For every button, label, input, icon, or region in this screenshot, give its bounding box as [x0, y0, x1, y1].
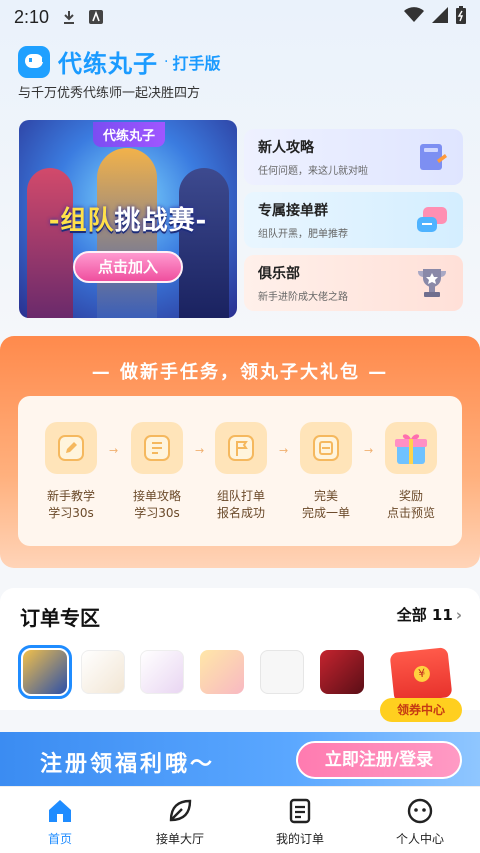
card-club[interactable]: 俱乐部 新手进阶成大佬之路 [244, 255, 463, 311]
wifi-icon [404, 6, 424, 28]
game-icon-3[interactable] [140, 650, 184, 694]
status-time: 2:10 [14, 6, 50, 27]
newbie-task-panel: — 做新手任务，领丸子大礼包 — 新手教学 学习30s → 接单攻略 学习30s… [0, 336, 480, 568]
slogan: 与千万优秀代练师一起决胜四方 [18, 86, 201, 101]
card-newbie-guide[interactable]: 新人攻略 任何问题，来这儿就对啦 [244, 129, 463, 185]
step-sublabel: 学习30s [134, 506, 180, 520]
nav-item-profile[interactable]: 个人中心 [360, 787, 480, 853]
register-banner: 注册领福利哦～ 立即注册/登录 [0, 732, 480, 786]
step-sublabel: 学习30s [48, 506, 94, 520]
app-logo-icon [18, 45, 50, 78]
view-all-orders-link[interactable]: 全部 11 › [397, 604, 462, 625]
nav-label: 接单大厅 [155, 832, 204, 846]
register-promo-text: 注册领福利哦～ [40, 752, 216, 777]
coupon-center-button[interactable]: 领券中心 [380, 647, 462, 722]
trophy-icon [418, 269, 446, 297]
banner-title-highlight: -组队 [48, 206, 115, 236]
home-icon [49, 800, 71, 822]
nav-item-home[interactable]: 首页 [0, 787, 120, 853]
nav-item-order-hall[interactable]: 接单大厅 [120, 787, 240, 853]
game-icon-5[interactable] [260, 650, 304, 694]
banner-title-rest: 挑战赛- [114, 206, 208, 236]
game-icon-2[interactable] [81, 650, 125, 694]
signal-icon [432, 6, 448, 28]
nav-label: 首页 [47, 832, 72, 846]
leaf-icon [169, 799, 192, 822]
task-step-reward[interactable]: 奖励 点击预览 [369, 422, 453, 522]
step-label: 新手教学 [46, 489, 95, 503]
flag-icon [215, 422, 267, 474]
download-icon [61, 9, 77, 25]
step-label: 奖励 [398, 489, 423, 503]
nav-label: 个人中心 [395, 832, 444, 846]
all-orders-label: 全部 11 [396, 606, 453, 624]
document-icon [131, 422, 183, 474]
pencil-icon [45, 422, 97, 474]
game-icon-1[interactable] [18, 645, 72, 699]
join-button[interactable]: 点击加入 [73, 251, 183, 283]
task-step-team-order[interactable]: 组队打单 报名成功 [199, 422, 283, 522]
task-step-complete[interactable]: 完美 完成一单 [284, 422, 368, 522]
nav-item-my-orders[interactable]: 我的订单 [240, 787, 360, 853]
red-envelope-icon [389, 647, 453, 703]
step-sublabel: 完成一单 [301, 506, 350, 520]
order-zone-title: 订单专区 [20, 606, 100, 630]
book-icon [420, 144, 447, 170]
step-label: 组队打单 [216, 489, 265, 503]
task-step-tutorial[interactable]: 新手教学 学习30s [29, 422, 113, 522]
task-step-order-guide[interactable]: 接单攻略 学习30s [115, 422, 199, 522]
game-icon-4[interactable] [200, 650, 244, 694]
step-sublabel: 点击预览 [386, 506, 435, 520]
team-challenge-banner[interactable]: 代练丸子 -组队挑战赛- 点击加入 [19, 120, 237, 318]
order-list-icon [289, 798, 311, 824]
card-order-group[interactable]: 专属接单群 组队开黑，肥单推荐 [244, 192, 463, 248]
hero-figure-right [179, 168, 229, 318]
step-sublabel: 报名成功 [216, 506, 265, 520]
hero-figure-left [27, 168, 73, 318]
app-notification-icon [89, 10, 104, 24]
banner-title: -组队挑战赛- [19, 200, 237, 237]
bottom-nav: 首页 接单大厅 我的订单 个人中心 [0, 786, 480, 853]
battery-icon [456, 5, 466, 29]
brand-header: 代练丸子 · 打手版 [18, 44, 220, 79]
register-login-button[interactable]: 立即注册/登录 [296, 741, 462, 779]
app-name: 代练丸子 [58, 50, 158, 78]
checklist-icon [300, 422, 352, 474]
banner-tag: 代练丸子 [93, 122, 166, 147]
gift-icon [385, 422, 437, 474]
nav-label: 我的订单 [275, 832, 324, 846]
step-label: 完美 [313, 489, 338, 503]
coupon-center-label: 领券中心 [380, 698, 462, 722]
chat-bubbles-icon [417, 207, 447, 232]
step-label: 接单攻略 [132, 489, 181, 503]
app-edition: 打手版 [172, 53, 221, 73]
status-bar: 2:10 [0, 0, 480, 34]
task-heading: — 做新手任务，领丸子大礼包 — [91, 362, 389, 383]
game-icon-6[interactable] [320, 650, 364, 694]
profile-face-icon [407, 798, 433, 824]
chevron-right-icon: › [455, 606, 462, 624]
brand-separator: · [164, 53, 169, 70]
task-steps-container: 新手教学 学习30s → 接单攻略 学习30s → 组队打单 报名成功 → 完美… [18, 396, 462, 546]
